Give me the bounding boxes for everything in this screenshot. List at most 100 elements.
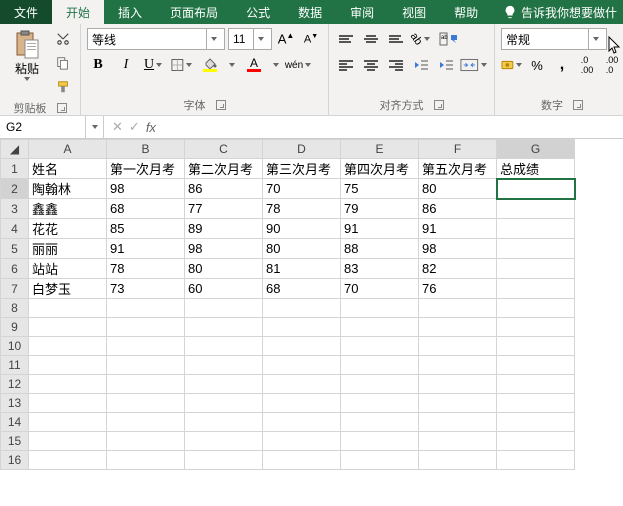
col-header[interactable]: E — [341, 140, 419, 159]
row-header[interactable]: 15 — [1, 432, 29, 451]
cell[interactable]: 76 — [419, 279, 497, 299]
cell[interactable] — [185, 394, 263, 413]
dialog-launcher-icon[interactable] — [573, 100, 583, 110]
cell[interactable] — [341, 451, 419, 470]
cell[interactable]: 98 — [107, 179, 185, 199]
cell[interactable]: 73 — [107, 279, 185, 299]
decrease-font-button[interactable]: A▼ — [300, 28, 322, 50]
cell[interactable]: 80 — [185, 259, 263, 279]
cell[interactable]: 88 — [341, 239, 419, 259]
cell[interactable]: 79 — [341, 199, 419, 219]
cell[interactable]: 姓名 — [29, 159, 107, 179]
dialog-launcher-icon[interactable] — [216, 100, 226, 110]
cell[interactable]: 70 — [263, 179, 341, 199]
cell[interactable] — [341, 356, 419, 375]
cell[interactable] — [341, 413, 419, 432]
align-center-button[interactable] — [360, 54, 382, 76]
cell[interactable]: 81 — [263, 259, 341, 279]
cell[interactable] — [419, 299, 497, 318]
cell[interactable] — [497, 179, 575, 199]
cell[interactable] — [107, 356, 185, 375]
chevron-down-icon[interactable] — [273, 63, 281, 67]
cut-button[interactable] — [52, 28, 74, 50]
cell[interactable]: 78 — [263, 199, 341, 219]
spreadsheet-grid[interactable]: ◢ABCDEFG1姓名第一次月考第二次月考第三次月考第四次月考第五次月考总成绩2… — [0, 139, 623, 506]
cell[interactable]: 第二次月考 — [185, 159, 263, 179]
cell[interactable] — [107, 394, 185, 413]
cell[interactable] — [341, 299, 419, 318]
col-header[interactable]: D — [263, 140, 341, 159]
cell[interactable] — [497, 375, 575, 394]
cell[interactable] — [185, 337, 263, 356]
increase-indent-button[interactable] — [435, 54, 457, 76]
insert-function-button[interactable]: fx — [146, 120, 156, 135]
cell[interactable] — [185, 451, 263, 470]
accept-formula-button[interactable]: ✓ — [129, 119, 140, 135]
select-all-corner[interactable]: ◢ — [1, 140, 29, 159]
col-header[interactable]: G — [497, 140, 575, 159]
cell[interactable] — [29, 451, 107, 470]
fill-color-button[interactable] — [199, 54, 221, 76]
increase-decimal-button[interactable]: .0.00 — [576, 54, 598, 76]
cell[interactable] — [419, 451, 497, 470]
row-header[interactable]: 11 — [1, 356, 29, 375]
cell[interactable] — [341, 337, 419, 356]
accounting-format-button[interactable] — [501, 54, 523, 76]
cell[interactable] — [29, 318, 107, 337]
align-top-button[interactable] — [335, 28, 357, 50]
row-header[interactable]: 12 — [1, 375, 29, 394]
row-header[interactable]: 10 — [1, 337, 29, 356]
align-middle-button[interactable] — [360, 28, 382, 50]
cell[interactable] — [341, 318, 419, 337]
cell[interactable]: 68 — [107, 199, 185, 219]
cell[interactable] — [341, 432, 419, 451]
row-header[interactable]: 13 — [1, 394, 29, 413]
font-size-combo[interactable]: 11 — [228, 28, 272, 50]
cell[interactable]: 总成绩 — [497, 159, 575, 179]
decrease-decimal-button[interactable]: .00.0 — [601, 54, 623, 76]
cell[interactable]: 80 — [419, 179, 497, 199]
cell[interactable]: 89 — [185, 219, 263, 239]
row-header[interactable]: 9 — [1, 318, 29, 337]
tab-view[interactable]: 视图 — [388, 0, 440, 24]
cell[interactable] — [185, 432, 263, 451]
cell[interactable] — [497, 219, 575, 239]
cell[interactable] — [263, 356, 341, 375]
cell[interactable] — [263, 451, 341, 470]
cell[interactable]: 91 — [107, 239, 185, 259]
tab-formula[interactable]: 公式 — [232, 0, 284, 24]
cell[interactable]: 85 — [107, 219, 185, 239]
cell[interactable] — [29, 432, 107, 451]
cell[interactable]: 77 — [185, 199, 263, 219]
bold-button[interactable]: B — [87, 54, 109, 76]
col-header[interactable]: C — [185, 140, 263, 159]
row-header[interactable]: 6 — [1, 259, 29, 279]
cell[interactable]: 鑫鑫 — [29, 199, 107, 219]
align-bottom-button[interactable] — [385, 28, 407, 50]
cell[interactable] — [497, 299, 575, 318]
number-format-combo[interactable]: 常规 — [501, 28, 607, 50]
cell[interactable] — [263, 318, 341, 337]
cell[interactable]: 82 — [419, 259, 497, 279]
cell[interactable] — [263, 432, 341, 451]
cell[interactable] — [497, 413, 575, 432]
cell[interactable]: 第一次月考 — [107, 159, 185, 179]
row-header[interactable]: 2 — [1, 179, 29, 199]
cell[interactable] — [497, 239, 575, 259]
increase-font-button[interactable]: A▲ — [275, 28, 297, 50]
cell[interactable] — [419, 432, 497, 451]
cell[interactable]: 站站 — [29, 259, 107, 279]
row-header[interactable]: 1 — [1, 159, 29, 179]
cell[interactable] — [107, 299, 185, 318]
cell[interactable] — [185, 299, 263, 318]
cell[interactable] — [419, 337, 497, 356]
cell[interactable] — [341, 375, 419, 394]
cell[interactable] — [497, 432, 575, 451]
col-header[interactable]: A — [29, 140, 107, 159]
cell[interactable] — [263, 337, 341, 356]
decrease-indent-button[interactable] — [410, 54, 432, 76]
col-header[interactable]: B — [107, 140, 185, 159]
cell[interactable] — [497, 259, 575, 279]
cell[interactable] — [497, 394, 575, 413]
cell[interactable] — [419, 394, 497, 413]
